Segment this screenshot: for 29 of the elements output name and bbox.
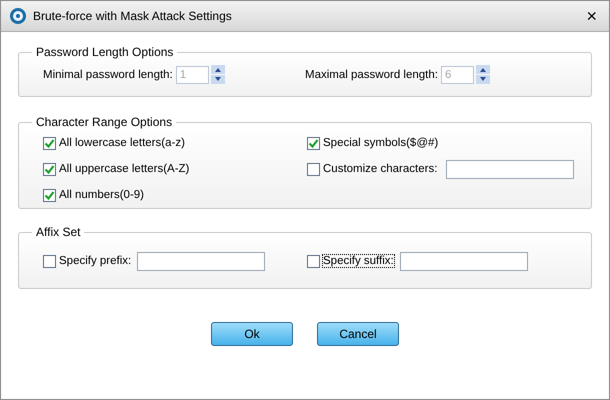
checkbox-label[interactable]: Specify suffix: [323, 255, 394, 267]
group-title: Affix Set [35, 225, 82, 239]
checkbox[interactable] [307, 136, 320, 150]
close-button[interactable]: × [582, 7, 601, 25]
field-label: Minimal password length: [43, 68, 173, 80]
input-field[interactable] [137, 252, 266, 270]
checkbox[interactable] [43, 188, 56, 202]
checkbox[interactable] [43, 162, 56, 176]
input-field[interactable] [446, 160, 574, 178]
spinner-arrows-icon[interactable] [476, 65, 490, 84]
checkbox[interactable] [43, 254, 56, 268]
checkbox-label[interactable]: Special symbols($@#) [323, 137, 438, 149]
window-title: Brute-force with Mask Attack Settings [33, 9, 233, 23]
dialog-button[interactable]: Ok [211, 322, 293, 346]
checkbox[interactable] [43, 136, 56, 150]
group-title: Character Range Options [35, 115, 174, 129]
group-title: Password Length Options [35, 45, 174, 59]
field-label: Maximal password length: [305, 68, 438, 80]
checkbox-label[interactable]: Specify prefix: [59, 255, 132, 267]
checkbox-label[interactable]: All numbers(0-9) [59, 189, 144, 201]
checkbox-label[interactable]: All uppercase letters(A-Z) [59, 163, 190, 175]
spinner-arrows-icon[interactable] [210, 65, 225, 84]
checkbox[interactable] [307, 162, 320, 176]
checkbox[interactable] [307, 254, 320, 268]
dialog-button[interactable]: Cancel [317, 322, 399, 346]
input-field[interactable] [400, 252, 528, 270]
checkbox-label[interactable]: Customize characters: [323, 163, 438, 175]
disc-icon [9, 7, 27, 25]
checkbox-label[interactable]: All lowercase letters(a-z) [59, 137, 185, 149]
